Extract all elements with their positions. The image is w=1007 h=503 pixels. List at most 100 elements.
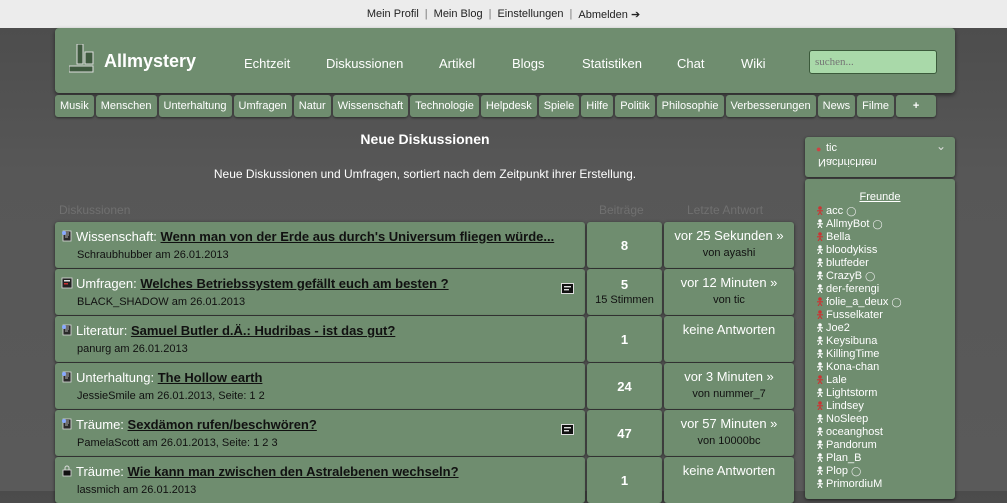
last-reply-time[interactable]: keine Antworten	[664, 322, 794, 337]
category-umfragen[interactable]: Umfragen	[233, 95, 292, 117]
category-helpdesk[interactable]: Helpdesk	[480, 95, 537, 117]
search-input[interactable]	[809, 50, 937, 74]
thread-category[interactable]: Literatur:	[76, 323, 127, 338]
category-unterhaltung[interactable]: Unterhaltung	[158, 95, 232, 117]
user-status-icon	[817, 323, 823, 332]
thread-post-count: 24	[617, 379, 632, 394]
friend-item[interactable]: blutfeder	[816, 257, 902, 270]
thread-title-line: Umfragen: Welches Betriebssystem gefällt…	[61, 276, 449, 291]
my-blog-link[interactable]: Mein Blog	[434, 8, 483, 20]
my-profile-link[interactable]: Mein Profil	[367, 8, 419, 20]
thread-meta: Schraubhubber am 26.01.2013	[77, 249, 229, 261]
column-header-discussions: Diskussionen	[59, 203, 131, 217]
friend-item[interactable]: bloodykiss	[816, 244, 902, 257]
category-musik[interactable]: Musik	[55, 95, 94, 117]
eye-icon: ◯	[891, 297, 902, 307]
thread-title-link[interactable]: Sexdämon rufen/beschwören?	[128, 417, 317, 432]
friend-item[interactable]: CrazyB ◯	[816, 270, 902, 283]
poll-icon	[561, 283, 574, 294]
friend-item[interactable]: der-ferengi	[816, 283, 902, 296]
messages-mirrored[interactable]: Nachrichten	[818, 156, 877, 168]
thread-post-count: 8	[620, 238, 629, 253]
thread-title-line: Träume: Sexdämon rufen/beschwören?	[61, 417, 317, 432]
category-spiele[interactable]: Spiele	[538, 95, 580, 117]
friends-heading[interactable]: Freunde	[805, 191, 955, 203]
friend-item[interactable]: Kona-chan	[816, 361, 902, 374]
friend-item[interactable]: acc ◯	[816, 205, 902, 218]
friend-item[interactable]: AllmyBot ◯	[816, 218, 902, 231]
user-status-icon	[817, 388, 823, 397]
chevron-down-icon[interactable]: ⌄	[936, 139, 946, 153]
category-news[interactable]: News	[817, 95, 856, 117]
nav-blogs[interactable]: Blogs	[512, 56, 545, 71]
friend-item[interactable]: Joe2	[816, 322, 902, 335]
thread-title-link[interactable]: Wenn man von der Erde aus durch's Univer…	[161, 229, 555, 244]
friend-name: Kona-chan	[826, 361, 880, 373]
thread-post-count-cell: 5 15 Stimmen	[587, 269, 662, 315]
user-status-icon	[817, 310, 823, 319]
last-reply-time[interactable]: vor 57 Minuten »	[664, 416, 794, 431]
poll-vote-count: 15 Stimmen	[595, 294, 654, 306]
friend-item[interactable]: Plan_B	[816, 452, 902, 465]
last-reply-time[interactable]: keine Antworten	[664, 463, 794, 478]
friend-item[interactable]: Fusselkater	[816, 309, 902, 322]
category-philosophie[interactable]: Philosophie	[656, 95, 724, 117]
nav-chat[interactable]: Chat	[677, 56, 704, 71]
category-technologie[interactable]: Technologie	[410, 95, 479, 117]
thread-type-icon	[61, 418, 73, 430]
category-menschen[interactable]: Menschen	[95, 95, 157, 117]
thread-title-link[interactable]: Welches Betriebssystem gefällt euch am b…	[140, 276, 448, 291]
friend-name: Lightstorm	[826, 387, 878, 399]
thread-type-icon	[61, 371, 73, 383]
user-status-icon	[817, 440, 823, 449]
thread-category[interactable]: Unterhaltung:	[76, 370, 154, 385]
user-status-icon	[817, 284, 823, 293]
category-politik[interactable]: Politik	[615, 95, 655, 117]
friend-item[interactable]: Lightstorm	[816, 387, 902, 400]
friend-name: Joe2	[826, 322, 850, 334]
thread-category[interactable]: Umfragen:	[76, 276, 137, 291]
friend-item[interactable]: PrimordiuM	[816, 478, 902, 491]
friend-item[interactable]: oceanghost	[816, 426, 902, 439]
nav-statistiken[interactable]: Statistiken	[582, 56, 642, 71]
category-filme[interactable]: Filme	[857, 95, 895, 117]
thread-type-icon	[61, 465, 73, 477]
friend-item[interactable]: Keysibuna	[816, 335, 902, 348]
nav-echtzeit[interactable]: Echtzeit	[244, 56, 290, 71]
thread-category[interactable]: Wissenschaft:	[76, 229, 157, 244]
category-wissenschaft[interactable]: Wissenschaft	[332, 95, 409, 117]
category-hilfe[interactable]: Hilfe	[581, 95, 614, 117]
last-reply-time[interactable]: vor 25 Sekunden »	[664, 228, 794, 243]
nav-artikel[interactable]: Artikel	[439, 56, 475, 71]
current-user[interactable]: ● tic	[816, 142, 837, 154]
last-reply-time[interactable]: vor 3 Minuten »	[664, 369, 794, 384]
friend-item[interactable]: folie_a_deux ◯	[816, 296, 902, 309]
nav-wiki[interactable]: Wiki	[741, 56, 766, 71]
nav-diskussionen[interactable]: Diskussionen	[326, 56, 403, 71]
friend-item[interactable]: Bella	[816, 231, 902, 244]
category-more-button[interactable]: +	[896, 95, 937, 117]
friend-item[interactable]: KillingTime	[816, 348, 902, 361]
friend-item[interactable]: NoSleep	[816, 413, 902, 426]
thread-title-link[interactable]: Samuel Butler d.Ä.: Hudribas - ist das g…	[131, 323, 395, 338]
last-reply-author: von 10000bc	[697, 435, 761, 447]
friend-item[interactable]: Lindsey	[816, 400, 902, 413]
friend-item[interactable]: Pandorum	[816, 439, 902, 452]
thread-category[interactable]: Träume:	[76, 417, 124, 432]
user-status-icon	[817, 414, 823, 423]
last-reply-time[interactable]: vor 12 Minuten »	[664, 275, 794, 290]
thread-title-link[interactable]: Wie kann man zwischen den Astralebenen w…	[128, 464, 459, 479]
allmystery-logo-icon[interactable]	[69, 44, 95, 74]
category-natur[interactable]: Natur	[293, 95, 331, 117]
friend-item[interactable]: Plop ◯	[816, 465, 902, 478]
site-title[interactable]: Allmystery	[104, 51, 196, 72]
logout-link[interactable]: Abmelden ➔	[578, 8, 640, 21]
category-verbesserungen[interactable]: Verbesserungen	[725, 95, 816, 117]
thread-post-count-cell: 1	[587, 457, 662, 503]
friend-item[interactable]: Lale	[816, 374, 902, 387]
thread-post-count-cell: 47	[587, 410, 662, 456]
user-panel: ● tic Nachrichten ⌄	[805, 137, 955, 177]
thread-title-link[interactable]: The Hollow earth	[158, 370, 263, 385]
thread-category[interactable]: Träume:	[76, 464, 124, 479]
settings-link[interactable]: Einstellungen	[497, 8, 563, 20]
